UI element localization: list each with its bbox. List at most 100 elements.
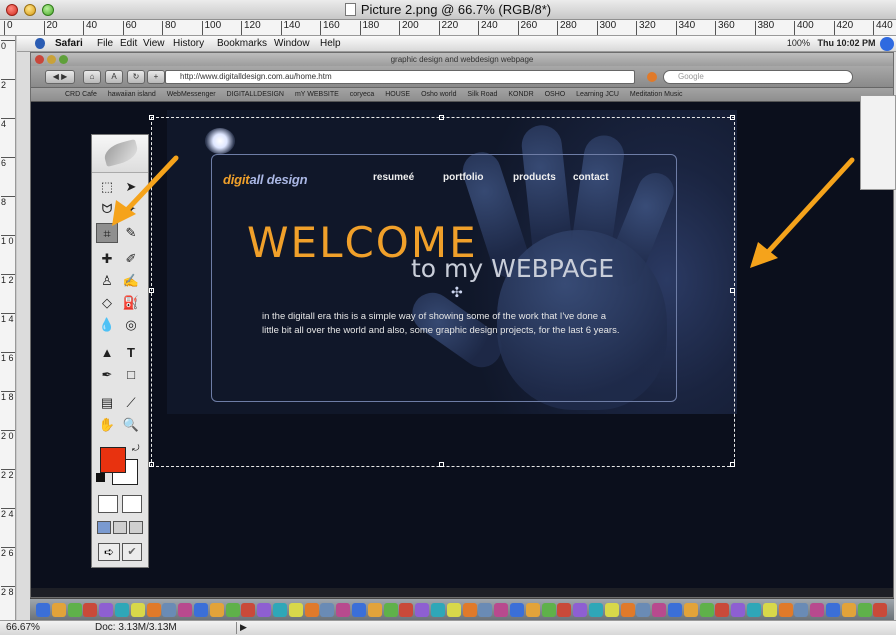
dodge-tool-icon[interactable]: ◎ (120, 315, 142, 335)
slice-tool-icon[interactable]: ✎ (120, 223, 142, 243)
transform-handle[interactable] (730, 288, 735, 293)
transform-handle[interactable] (149, 462, 154, 467)
menu-help: Help (320, 38, 341, 49)
dock-app-icon (683, 603, 698, 617)
dock-app-icon (209, 603, 224, 617)
transform-handle[interactable] (730, 115, 735, 120)
bookmark-item: HOUSE (385, 91, 411, 98)
blur-tool-icon[interactable]: 💧 (96, 315, 118, 335)
magic-wand-tool-icon[interactable]: ✦ (120, 199, 142, 219)
dock-app-icon (810, 603, 825, 617)
dock-app-icon (494, 603, 509, 617)
eraser-tool-icon[interactable]: ◇ (96, 293, 118, 313)
dock-app-icon (510, 603, 524, 617)
history-brush-tool-icon[interactable]: ✍ (120, 271, 142, 291)
dock-app-icon (194, 603, 208, 617)
dock-app-icon (162, 603, 177, 617)
dock-app-icon (146, 603, 161, 617)
dock-app-icon (36, 603, 50, 617)
dock-app-icon (67, 603, 82, 617)
transform-handle[interactable] (439, 462, 444, 467)
rectangle-tool-icon[interactable]: □ (120, 365, 142, 385)
ruler-tick-label: 6 (1, 157, 15, 168)
pen-tool-icon[interactable]: ✒ (96, 365, 118, 385)
ruler-tick-label: 0 (4, 21, 13, 35)
default-colors-icon[interactable] (96, 473, 105, 482)
ruler-tick-label: 4 (1, 118, 15, 129)
ruler-tick-label: 360 (715, 21, 735, 35)
safari-zoom-icon (59, 55, 68, 64)
ruler-tick-label: 2 6 (1, 547, 15, 558)
full-screen-menu-mode-button[interactable] (113, 521, 127, 534)
path-selection-tool-icon[interactable]: ▲ (96, 343, 118, 363)
zoom-tool-icon[interactable]: 🔍 (120, 415, 142, 435)
brush-tool-icon[interactable]: ✐ (120, 249, 142, 269)
dock-app-icon (668, 603, 682, 617)
standard-screen-mode-button[interactable] (97, 521, 111, 534)
dock-app-icon (589, 603, 603, 617)
dock-app-icon (431, 603, 445, 617)
foreground-color-swatch[interactable] (100, 447, 126, 473)
selection-marquee[interactable] (149, 115, 735, 467)
transform-handle[interactable] (730, 462, 735, 467)
ruler-tick-label: 400 (794, 21, 814, 35)
photoshop-feather-icon (101, 138, 141, 168)
quick-mask-mode-button[interactable] (122, 495, 142, 513)
tools-palette-header[interactable] (92, 135, 148, 173)
dock-app-icon (130, 603, 145, 617)
bookmark-item: DIGITALLDESIGN (226, 91, 284, 98)
marquee-tool-icon[interactable]: ⬚ (96, 177, 118, 197)
zoom-level[interactable]: 66.67% (6, 622, 40, 633)
hand-tool-icon[interactable]: ✋ (96, 415, 118, 435)
ruler-tick-label: 2 8 (1, 586, 15, 597)
ruler-tick-label: 60 (122, 21, 137, 35)
ruler-tick-label: 20 (43, 21, 58, 35)
dock-app-icon (762, 603, 777, 617)
menu-window: Window (274, 38, 310, 49)
app-menu: Safari (55, 38, 83, 49)
dock-app-icon (178, 603, 193, 617)
crop-tool-icon[interactable]: ⌗ (96, 223, 118, 243)
standard-mode-button[interactable] (98, 495, 118, 513)
full-screen-mode-button[interactable] (129, 521, 143, 534)
bookmark-item: Silk Road (467, 91, 498, 98)
vertical-ruler[interactable]: 0 2 4 6 8 1 0 1 2 1 4 1 6 1 8 2 0 2 2 2 4 2 6 2 8 (0, 36, 16, 620)
spotlight-icon (880, 37, 894, 51)
ruler-tick-label: 180 (359, 21, 379, 35)
jump-to-imageready-icon[interactable]: ➪ (98, 543, 120, 561)
healing-brush-tool-icon[interactable]: ✚ (96, 249, 118, 269)
dock-app-icon (241, 603, 256, 617)
apple-icon (35, 38, 45, 49)
dock-app-icon (620, 603, 635, 617)
move-tool-icon[interactable]: ➤ (120, 177, 142, 197)
transform-handle[interactable] (439, 115, 444, 120)
document-titlebar[interactable]: Picture 2.png @ 66.7% (RGB/8*) (0, 0, 896, 20)
dock-app-icon (257, 603, 272, 617)
checkmark-icon[interactable]: ✔ (122, 543, 142, 561)
ruler-tick-label: 2 4 (1, 508, 15, 519)
dock-app-icon (604, 603, 619, 617)
dock-app-icon (699, 603, 714, 617)
menubar-status: 100% Thu 10:02 PM (787, 38, 888, 48)
horizontal-ruler[interactable]: 0 20 40 60 80 100 120 140 160 180 200 220 240 260 280 3… (0, 20, 896, 36)
bookmarks-bar: CRD Cafe hawaiian island WebMessenger DI… (31, 88, 893, 102)
dock-app-icon (383, 603, 398, 617)
swap-colors-icon[interactable]: ⤾ (132, 443, 140, 454)
dock (30, 598, 894, 620)
ruler-tick-label: 140 (280, 21, 300, 35)
home-icon: ⌂ (83, 70, 101, 84)
transform-handle[interactable] (149, 115, 154, 120)
paint-bucket-tool-icon[interactable]: ⛽ (120, 293, 142, 313)
status-menu-arrow-icon[interactable]: ▶ (236, 622, 250, 634)
dock-app-icon (826, 603, 840, 617)
notes-tool-icon[interactable]: ▤ (96, 393, 118, 413)
eyedropper-tool-icon[interactable]: ⟋ (120, 393, 142, 413)
safari-toolbar: ◀ ▶ ⌂ A ↻ + http://www.digitalldesign.co… (31, 66, 893, 88)
dock-app-icon (573, 603, 588, 617)
add-bookmark-icon: + (147, 70, 165, 84)
dock-app-icon (99, 603, 114, 617)
transform-handle[interactable] (149, 288, 154, 293)
lasso-tool-icon[interactable]: ᗢ (96, 199, 118, 219)
clone-stamp-tool-icon[interactable]: ♙ (96, 271, 118, 291)
type-tool-icon[interactable]: T (120, 343, 142, 363)
